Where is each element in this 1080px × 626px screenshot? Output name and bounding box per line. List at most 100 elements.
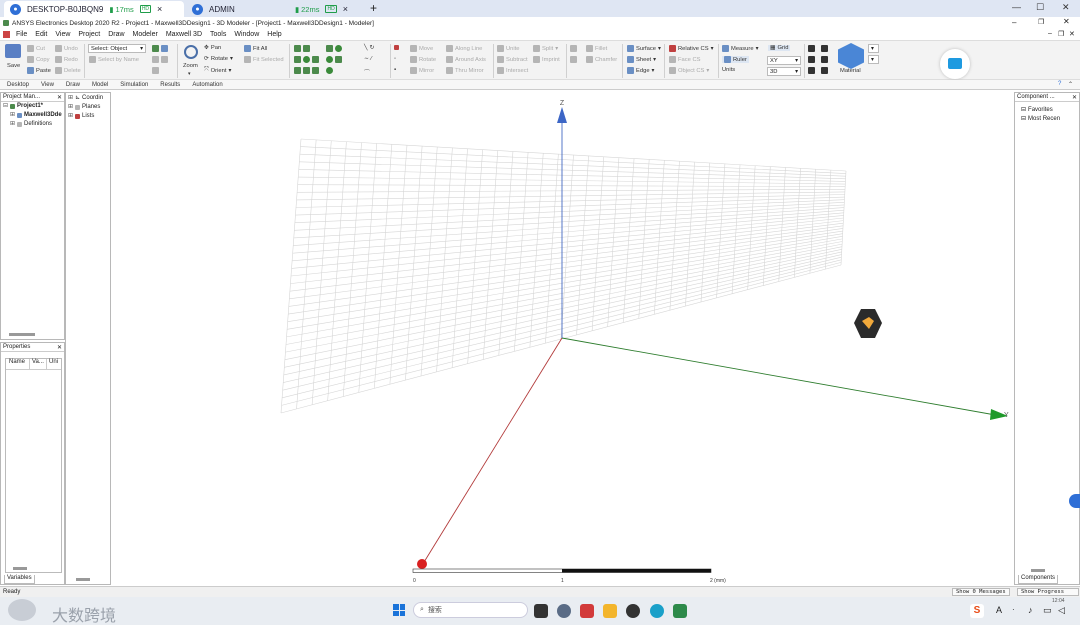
draw-box-group[interactable] bbox=[294, 45, 342, 52]
close-window-icon[interactable]: ✕ bbox=[1062, 2, 1070, 13]
tree-item-project[interactable]: ⊟ Project1* bbox=[3, 102, 64, 111]
menu-maxwell3d[interactable]: Maxwell 3D bbox=[166, 31, 202, 38]
fit-selected-button[interactable]: Fit Selected bbox=[244, 56, 284, 63]
terminal-icon[interactable] bbox=[534, 604, 548, 618]
select-tool-2[interactable] bbox=[152, 56, 168, 63]
tab-view[interactable]: View bbox=[41, 82, 54, 88]
scrollbar-h[interactable] bbox=[13, 567, 27, 570]
new-tab-button[interactable]: + bbox=[370, 1, 377, 15]
volume-icon[interactable]: ◁ bbox=[1058, 605, 1065, 616]
material-dropdown-1[interactable]: ▾ bbox=[868, 44, 879, 53]
orient-button[interactable]: ⤧ Orient ▾ bbox=[204, 67, 231, 74]
grid-plane-dropdown[interactable]: XY ▾ bbox=[767, 56, 801, 65]
help-icon[interactable]: ? bbox=[1058, 81, 1061, 87]
app-minimize-icon[interactable]: – bbox=[1012, 18, 1016, 27]
edge-button[interactable]: Edge ▾ bbox=[627, 67, 654, 74]
show-progress-button[interactable]: Show Progress bbox=[1017, 588, 1079, 596]
draw-spline-group[interactable]: ∼ ⁄ bbox=[364, 56, 372, 62]
view-tool-3[interactable] bbox=[808, 67, 828, 74]
column-unit[interactable]: Uni bbox=[47, 359, 58, 369]
sweep-tool[interactable] bbox=[570, 45, 577, 52]
app-menu-icon[interactable] bbox=[3, 31, 10, 38]
draw-helix-group[interactable] bbox=[294, 67, 333, 74]
tab-results[interactable]: Results bbox=[160, 82, 180, 88]
select-tool-3[interactable] bbox=[152, 67, 159, 74]
split-button[interactable]: Split ▾ bbox=[533, 45, 558, 52]
menu-draw[interactable]: Draw bbox=[108, 31, 124, 38]
sheet-button[interactable]: Sheet ▾ bbox=[627, 56, 656, 63]
undo-button[interactable]: Undo bbox=[55, 45, 78, 52]
thicken-tool[interactable] bbox=[570, 56, 577, 63]
move-button[interactable]: Move bbox=[410, 45, 433, 52]
menu-project[interactable]: Project bbox=[78, 31, 100, 38]
tree-item-definitions[interactable]: ⊞ Definitions bbox=[3, 120, 64, 129]
tray-icon-2[interactable]: · bbox=[1012, 605, 1015, 614]
tab-model[interactable]: Model bbox=[92, 82, 108, 88]
app-close-icon[interactable]: ✕ bbox=[1063, 17, 1070, 26]
draw-cylinder-group[interactable] bbox=[294, 56, 342, 63]
taskbar-search-box[interactable]: ⌕ 搜索 bbox=[413, 602, 528, 618]
zoom-button[interactable]: Zoom bbox=[183, 63, 198, 69]
plane-tool[interactable]: ◦ bbox=[394, 56, 396, 62]
region-tool[interactable]: ▪ bbox=[394, 67, 396, 73]
material-dropdown-2[interactable]: ▾ bbox=[868, 55, 879, 64]
ruler-button[interactable]: Ruler bbox=[722, 56, 749, 63]
panel-close-icon[interactable]: ✕ bbox=[57, 344, 62, 351]
cut-button[interactable]: Cut bbox=[27, 45, 45, 52]
select-by-name-button[interactable]: Select by Name bbox=[89, 56, 139, 63]
view-tool-2[interactable] bbox=[808, 56, 828, 63]
save-icon[interactable] bbox=[5, 44, 21, 58]
menu-help[interactable]: Help bbox=[267, 31, 281, 38]
media-player-icon[interactable] bbox=[626, 604, 640, 618]
copy-button[interactable]: Copy bbox=[27, 56, 50, 63]
tab-draw[interactable]: Draw bbox=[66, 82, 80, 88]
intersect-button[interactable]: Intersect bbox=[497, 67, 528, 74]
paste-button[interactable]: Paste bbox=[27, 67, 51, 74]
panel-close-icon[interactable]: ✕ bbox=[1072, 94, 1077, 101]
close-tab-icon[interactable]: × bbox=[157, 4, 162, 14]
object-cs-button[interactable]: Object CS ▾ bbox=[669, 67, 709, 74]
rotate-object-button[interactable]: Rotate bbox=[410, 56, 436, 63]
menu-edit[interactable]: Edit bbox=[35, 31, 47, 38]
app-restore-icon[interactable]: ❐ bbox=[1038, 18, 1044, 26]
material-icon[interactable] bbox=[838, 43, 864, 69]
show-messages-button[interactable]: Show 0 Messages bbox=[952, 588, 1010, 596]
scrollbar-h[interactable] bbox=[76, 578, 90, 581]
remote-tab-admin[interactable]: ● ADMIN ▮ 22ms HD × bbox=[186, 1, 361, 17]
rotate-view-button[interactable]: ⟳ Rotate ▾ bbox=[204, 56, 233, 62]
imprint-button[interactable]: Imprint bbox=[533, 56, 560, 63]
point-tool[interactable] bbox=[394, 45, 399, 50]
network-icon[interactable]: ▭ bbox=[1043, 605, 1052, 616]
tab-automation[interactable]: Automation bbox=[192, 82, 222, 88]
app-icon-2[interactable] bbox=[557, 604, 571, 618]
menu-tools[interactable]: Tools bbox=[210, 31, 226, 38]
grid-button[interactable]: ▦ Grid bbox=[768, 45, 791, 51]
file-explorer-icon[interactable] bbox=[603, 604, 617, 618]
tree-item-favorites[interactable]: ⊟ Favorites bbox=[1021, 106, 1079, 115]
relative-cs-button[interactable]: Relative CS ▾ bbox=[669, 45, 714, 52]
viewport-canvas[interactable]: Z Y 0 1 2 (mm) bbox=[111, 93, 1014, 585]
ribbon-collapse-icon[interactable]: ⌃ bbox=[1068, 81, 1073, 88]
scrollbar-h[interactable] bbox=[1031, 569, 1045, 572]
column-name[interactable]: Name bbox=[6, 359, 30, 369]
duplicate-thru-mirror-button[interactable]: Thru Mirror bbox=[446, 67, 484, 74]
microphone-icon[interactable]: ♪ bbox=[1028, 605, 1033, 615]
draw-line-group[interactable]: ╲ ↻ bbox=[364, 45, 374, 51]
side-expand-button[interactable] bbox=[1069, 494, 1080, 508]
tree-item-coordinate-systems[interactable]: ⊞ ⊾ Coordin bbox=[68, 94, 110, 103]
scrollbar-h[interactable] bbox=[9, 333, 35, 336]
zoom-dropdown-icon[interactable]: ▾ bbox=[188, 71, 191, 77]
tab-simulation[interactable]: Simulation bbox=[120, 82, 148, 88]
tab-desktop[interactable]: Desktop bbox=[7, 82, 29, 88]
subtract-button[interactable]: Subtract bbox=[497, 56, 528, 63]
components-tab[interactable]: Components bbox=[1018, 575, 1059, 584]
pan-button[interactable]: ✥ Pan bbox=[204, 45, 221, 51]
language-indicator-icon[interactable]: A bbox=[996, 605, 1002, 615]
select-mode-dropdown[interactable]: Select: Object ▾ bbox=[88, 44, 146, 53]
save-button[interactable]: Save bbox=[7, 63, 20, 69]
mirror-button[interactable]: Mirror bbox=[410, 67, 434, 74]
modeler-viewport[interactable]: Z Y 0 1 2 (mm) bbox=[111, 93, 1014, 585]
assistant-floating-icon[interactable] bbox=[940, 49, 970, 79]
column-value[interactable]: Va... bbox=[30, 359, 47, 369]
face-cs-button[interactable]: Face CS bbox=[669, 56, 701, 63]
